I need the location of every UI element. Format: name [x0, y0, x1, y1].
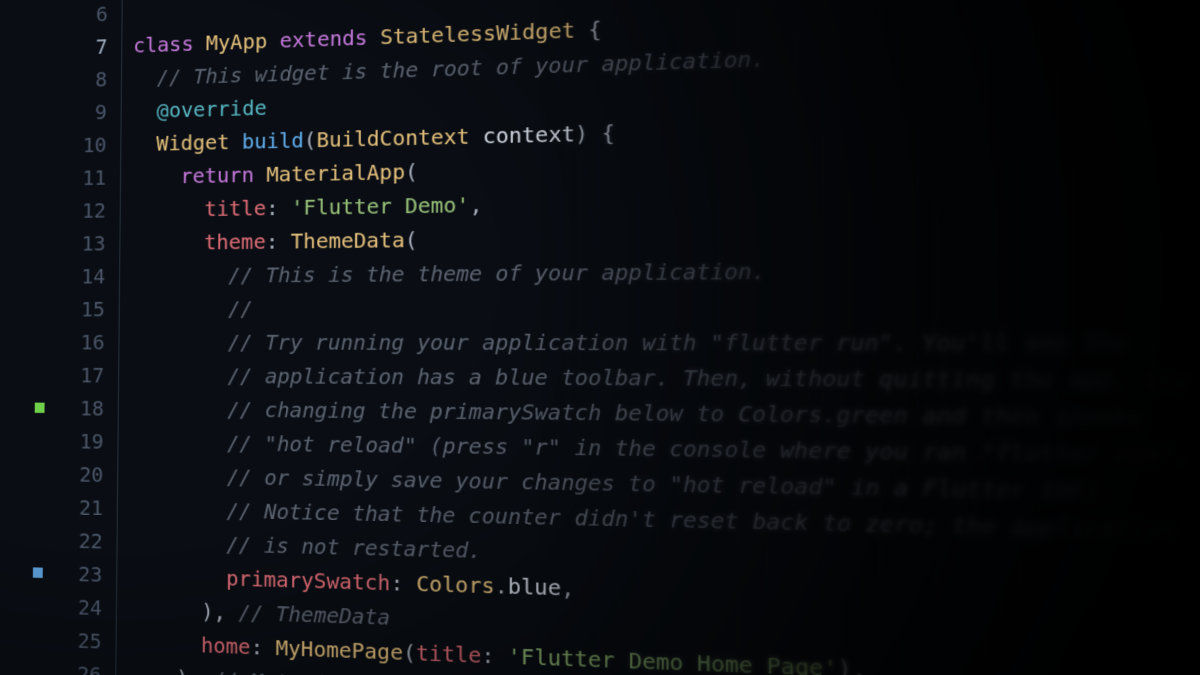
line-number: 12 — [31, 194, 106, 228]
code-area[interactable]: class MyApp extends StatelessWidget { //… — [115, 0, 1200, 675]
line-number: 7 — [33, 30, 108, 65]
line-number: 17 — [29, 358, 104, 391]
line-number: 25 — [26, 622, 102, 658]
line-number: 26 — [26, 655, 102, 675]
line-number: 9 — [32, 95, 107, 130]
line-number: 18 — [29, 391, 104, 425]
line-number: 8 — [32, 63, 107, 98]
line-number-gutter: 6 7 8 9 10 11 12 13 14 15 16 17 18 19 20… — [26, 0, 122, 675]
line-number: 20 — [28, 457, 103, 491]
code-line[interactable]: // Try running your application with "fl… — [118, 324, 1200, 362]
line-number: 16 — [29, 326, 104, 359]
line-number: 6 — [33, 0, 108, 33]
line-number: 24 — [26, 589, 102, 625]
gutter-marker-icon — [33, 567, 43, 578]
line-number: 13 — [31, 227, 106, 261]
line-number: 14 — [30, 260, 105, 293]
code-editor[interactable]: 6 7 8 9 10 11 12 13 14 15 16 17 18 19 20… — [26, 0, 1200, 675]
gutter-marker-icon — [35, 403, 45, 413]
line-number: 15 — [30, 293, 105, 326]
line-number: 23 — [27, 556, 103, 591]
line-number: 21 — [28, 490, 103, 525]
line-number: 10 — [32, 128, 107, 162]
line-number: 22 — [27, 523, 103, 558]
line-number: 19 — [28, 424, 103, 458]
line-number: 11 — [31, 161, 106, 195]
